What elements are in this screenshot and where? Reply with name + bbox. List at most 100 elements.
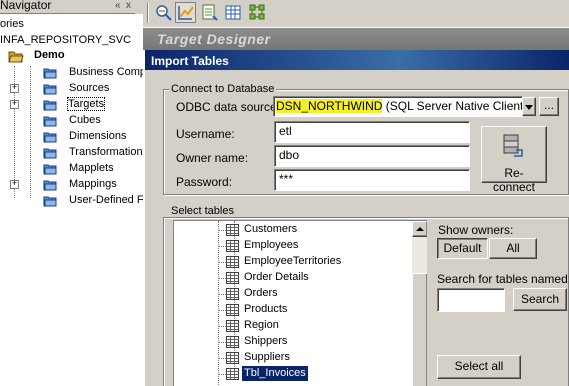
username-field[interactable]: etl (274, 121, 470, 143)
dialog-titlebar[interactable]: Import Tables (145, 50, 569, 70)
folder-icon (43, 116, 57, 127)
table-icon (226, 320, 239, 332)
table-name: Shippers (244, 335, 288, 347)
nav-item-targets[interactable]: + Targets (0, 97, 143, 113)
table-row[interactable]: EmployeeTerritories (218, 254, 422, 270)
navigator-close-button[interactable]: x (126, 0, 131, 11)
tables-scrollbar[interactable] (412, 221, 427, 386)
folder-icon (43, 132, 57, 143)
expand-icon[interactable]: + (10, 100, 19, 109)
select-all-button[interactable]: Select all (437, 355, 521, 379)
table-row[interactable]: Products (218, 302, 422, 318)
import-tables-dialog: Import Tables Connect to Database ODBC d… (143, 50, 569, 386)
transformation-icon (202, 4, 218, 21)
nav-item-label: Mappings (69, 178, 117, 190)
repositories-label: ories (0, 18, 24, 30)
table-icon (226, 336, 239, 348)
table-icon (226, 288, 239, 300)
nav-item-label: Mapplets (69, 162, 114, 174)
tree-line (218, 374, 226, 375)
navigator-title: Navigator (0, 0, 52, 12)
reconnect-button[interactable]: Re-connect (481, 126, 547, 194)
nav-item-label: Business Comp (69, 66, 143, 78)
nav-item-cubes[interactable]: Cubes (0, 113, 143, 129)
table-icon (226, 352, 239, 364)
table-row[interactable]: Orders (218, 286, 422, 302)
table-row[interactable]: Suppliers (218, 350, 422, 366)
table-row[interactable]: Region (218, 318, 422, 334)
folder-icon (43, 164, 57, 175)
toolbar-grip[interactable] (147, 3, 149, 23)
repository-node[interactable]: INFA_REPOSITORY_SVC (0, 34, 131, 46)
navigator-splitter[interactable] (135, 0, 143, 14)
nav-item-business-components[interactable]: Business Comp (0, 65, 143, 81)
tree-line (218, 326, 226, 327)
table-name: Orders (244, 287, 278, 299)
password-field[interactable]: *** (274, 169, 470, 191)
table-row[interactable]: Shippers (218, 334, 422, 350)
table-row[interactable]: Tbl_Invoices (218, 366, 422, 382)
nav-item-label: Targets (66, 97, 106, 111)
username-label: Username: (176, 127, 235, 141)
table-name: Order Details (244, 271, 309, 283)
show-owners-all-button[interactable]: All (489, 238, 537, 259)
transformation-developer-button[interactable] (199, 2, 220, 23)
navigator-tree[interactable]: ories INFA_REPOSITORY_SVC Demo Business … (0, 14, 143, 386)
nav-item-mappings[interactable]: + Mappings (0, 177, 143, 193)
odbc-driver-text: (SQL Server Native Client 10.0) (385, 99, 523, 113)
table-row[interactable]: Employees (218, 238, 422, 254)
table-icon (226, 240, 239, 252)
owner-name-field[interactable]: dbo (274, 145, 470, 167)
mapping-designer-button[interactable] (247, 2, 268, 23)
nav-item-dimensions[interactable]: Dimensions (0, 129, 143, 145)
odbc-label: ODBC data source: (176, 100, 281, 114)
scroll-thumb[interactable] (412, 273, 427, 386)
nav-item-mapplets[interactable]: Mapplets (0, 161, 143, 177)
tree-line (218, 342, 226, 343)
demo-folder-node[interactable]: Demo (34, 49, 65, 61)
designer-workspace-header: Target Designer (143, 28, 569, 50)
odbc-browse-button[interactable]: ... (539, 97, 559, 116)
folder-icon (43, 68, 57, 79)
odbc-dsn-text: DSN_NORTHWIND (276, 99, 383, 113)
target-designer-icon (178, 6, 194, 20)
folder-icon (43, 100, 57, 111)
table-icon (226, 224, 239, 236)
scroll-up-button[interactable] (412, 221, 427, 237)
odbc-dropdown-button[interactable] (522, 97, 536, 116)
navigator-collapse-button[interactable]: « (115, 0, 121, 11)
tree-line (218, 310, 226, 311)
tables-tree[interactable]: Customers Employees EmployeeTerritories Ord… (173, 220, 427, 386)
nav-item-user-defined-functions[interactable]: User-Defined F (0, 193, 143, 209)
database-connect-icon (503, 134, 523, 157)
table-row[interactable]: Order Details (218, 270, 422, 286)
mapplet-designer-button[interactable] (223, 2, 244, 23)
folder-icon (43, 84, 57, 95)
table-grid-icon (225, 5, 241, 20)
nav-item-label: Cubes (69, 114, 101, 126)
expand-icon[interactable]: + (10, 180, 19, 189)
search-input[interactable] (437, 288, 505, 312)
expand-icon[interactable]: + (10, 84, 19, 93)
select-tables-label: Select tables (169, 205, 236, 217)
search-button[interactable]: Search (513, 288, 567, 311)
source-import-icon (156, 5, 172, 21)
nav-item-sources[interactable]: + Sources (0, 81, 143, 97)
table-list: Customers Employees EmployeeTerritories Ord… (174, 221, 427, 386)
folder-icon (43, 196, 57, 207)
show-owners-default-button[interactable]: Default (437, 238, 488, 259)
table-row[interactable]: Customers (218, 222, 422, 238)
tree-line (218, 246, 226, 247)
target-designer-button[interactable] (175, 2, 196, 23)
table-name: Employees (244, 239, 299, 251)
search-label: Search for tables named: (437, 272, 569, 286)
table-icon (226, 304, 239, 316)
odbc-source-select[interactable]: DSN_NORTHWIND (SQL Server Native Client … (273, 96, 523, 117)
table-icon (226, 272, 239, 284)
folder-icon (43, 180, 57, 191)
dropdown-arrow-icon (525, 105, 533, 110)
source-analyzer-button[interactable] (153, 2, 174, 23)
nav-item-transformations[interactable]: Transformation (0, 145, 143, 161)
table-name: Products (244, 303, 288, 315)
table-name: EmployeeTerritories (244, 255, 342, 267)
